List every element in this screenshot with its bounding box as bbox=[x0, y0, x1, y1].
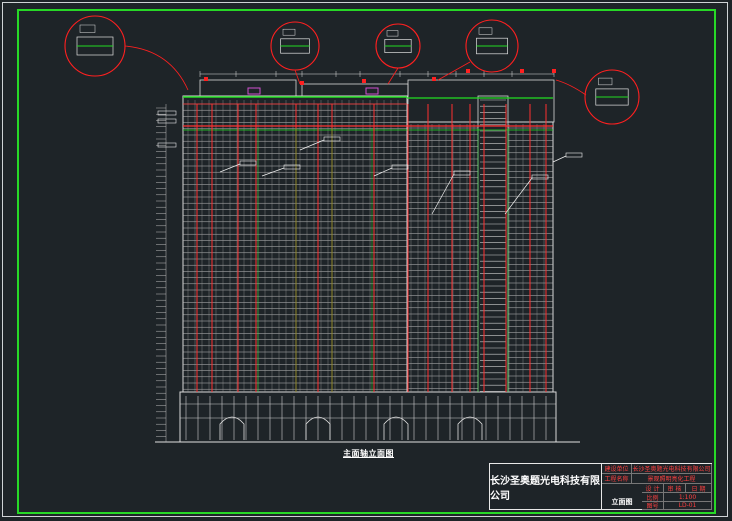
detail-tag bbox=[478, 27, 493, 35]
podium-arch bbox=[219, 416, 245, 440]
tb-row-label-2: 工程名称 bbox=[602, 474, 632, 484]
tb-scale-value: 1:100 bbox=[664, 493, 712, 502]
sheet-name: 立面图 bbox=[611, 498, 633, 506]
leader-label-box bbox=[391, 164, 409, 170]
roof-magenta-detail bbox=[365, 87, 379, 95]
roof-structure bbox=[301, 83, 409, 97]
building-elevation bbox=[64, 15, 640, 443]
tb-row-value-1: 长沙圣奥题光电科技有限公司 bbox=[632, 464, 712, 474]
detail-tag bbox=[386, 30, 399, 37]
roof-marker bbox=[432, 77, 436, 81]
tb-scale-label: 比例 bbox=[642, 493, 664, 502]
podium bbox=[179, 391, 557, 443]
roof-marker bbox=[204, 77, 208, 81]
tb-label-design: 设 计 bbox=[642, 484, 664, 493]
detail-tag bbox=[282, 28, 296, 36]
callout-leader bbox=[387, 67, 399, 85]
detail-tag bbox=[598, 77, 613, 86]
roof-magenta-detail bbox=[247, 87, 261, 95]
roof-marker bbox=[362, 79, 366, 83]
tb-label-review: 审 核 bbox=[664, 484, 686, 493]
leader-line bbox=[431, 173, 455, 215]
tb-label-date: 日 期 bbox=[686, 484, 712, 493]
level-label-box bbox=[157, 118, 177, 124]
roof-marker bbox=[520, 69, 524, 73]
roof-marker bbox=[552, 69, 556, 73]
callout-leader bbox=[555, 79, 587, 96]
tb-row-value-2: 景观照明亮化工程 bbox=[632, 474, 712, 484]
callout-leader bbox=[124, 45, 189, 91]
view-title: 主面轴立面图 bbox=[343, 449, 394, 458]
callout-leader bbox=[437, 61, 471, 81]
leader-label-box bbox=[283, 164, 301, 170]
detail-tag bbox=[79, 24, 96, 33]
company-name: 长沙圣奥题光电科技有限公司 bbox=[490, 464, 602, 510]
tb-row-label-1: 建设单位 bbox=[602, 464, 632, 474]
leader-label-box bbox=[565, 152, 583, 158]
roof-marker bbox=[466, 69, 470, 73]
cad-drawing-canvas[interactable]: 主面轴立面图 长沙圣奥题光电科技有限公司 建设单位 长沙圣奥题光电科技有限公司 … bbox=[0, 0, 732, 521]
tb-sheet-no-value: LD-01 bbox=[664, 502, 712, 510]
roof-marker bbox=[300, 81, 304, 85]
leader-line bbox=[552, 155, 567, 163]
title-block: 长沙圣奥题光电科技有限公司 建设单位 长沙圣奥题光电科技有限公司 工程名称 景观… bbox=[489, 463, 712, 510]
leader-line bbox=[299, 139, 325, 151]
tb-sheet-no-label: 图号 bbox=[642, 502, 664, 510]
podium-arch bbox=[457, 416, 483, 440]
leader-label-box bbox=[239, 160, 257, 166]
tower-left bbox=[182, 95, 408, 393]
podium-arch bbox=[383, 416, 409, 440]
stair-shaft bbox=[477, 95, 509, 393]
